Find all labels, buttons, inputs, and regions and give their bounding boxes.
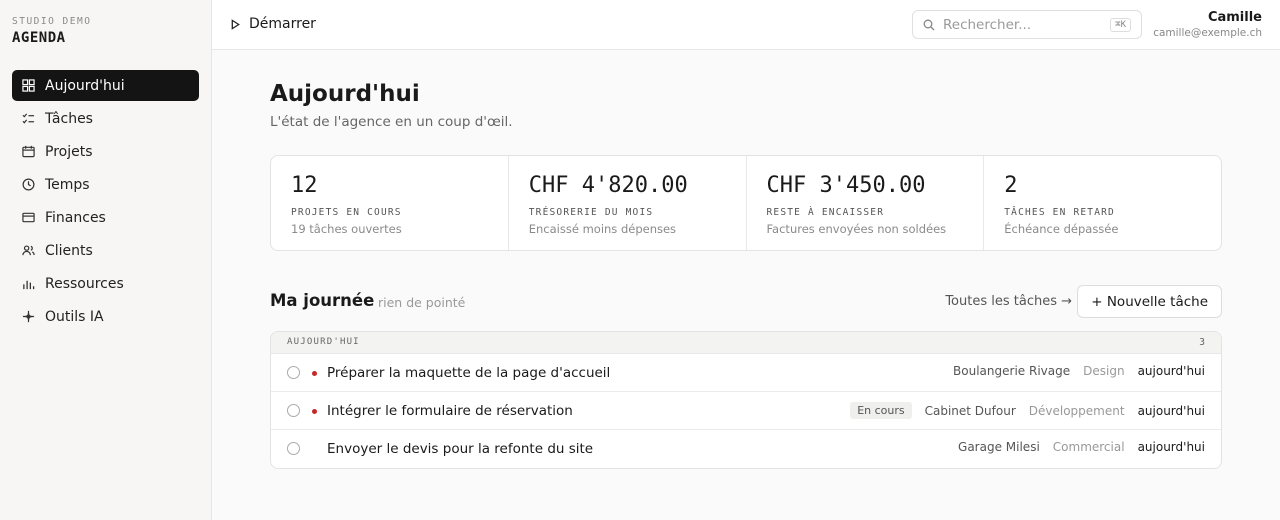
sidebar-item-label: Clients <box>45 242 93 259</box>
stat-value: CHF 3'450.00 <box>766 173 926 198</box>
folder-icon <box>22 145 35 158</box>
user-email: camille@exemple.ch <box>1153 27 1262 39</box>
topbar: Démarrer ⌘K Camille camille@exemple.ch <box>212 0 1280 50</box>
play-icon <box>231 18 240 30</box>
sidebar-item-aujourdhui[interactable]: Aujourd'hui <box>12 70 199 101</box>
bar-chart-icon <box>22 277 35 290</box>
task-row[interactable]: Préparer la maquette de la page d'accuei… <box>271 354 1221 392</box>
sidebar-item-outils-ia[interactable]: Outils IA <box>12 301 199 332</box>
sidebar-item-label: Temps <box>45 176 90 193</box>
task-checkbox[interactable] <box>287 442 300 455</box>
sidebar-item-label: Ressources <box>45 275 124 292</box>
checklist-icon <box>22 112 35 125</box>
task-group-label: AUJOURD'HUI <box>287 337 360 347</box>
sparkle-icon <box>22 310 35 323</box>
stat-note: Factures envoyées non soldées <box>766 222 947 236</box>
stat-label: TÂCHES EN RETARD <box>1004 207 1115 218</box>
stat-card: 2 TÂCHES EN RETARD Échéance dépassée <box>984 156 1221 250</box>
task-row[interactable]: Intégrer le formulaire de réservation En… <box>271 392 1221 430</box>
task-client: Garage Milesi <box>958 440 1040 454</box>
stat-card: CHF 3'450.00 RESTE À ENCAISSER Factures … <box>747 156 985 250</box>
sidebar-item-projets[interactable]: Projets <box>12 136 199 167</box>
sidebar-item-label: Aujourd'hui <box>45 77 125 94</box>
sidebar-item-temps[interactable]: Temps <box>12 169 199 200</box>
stat-value: 12 <box>291 173 318 198</box>
task-meta: En cours Cabinet Dufour Développement au… <box>850 402 1205 419</box>
clock-icon <box>22 178 35 191</box>
stat-value: CHF 4'820.00 <box>528 173 688 198</box>
search-shortcut-badge: ⌘K <box>1110 18 1131 32</box>
stat-label: TRÉSORERIE DU MOIS <box>528 207 654 218</box>
task-client: Boulangerie Rivage <box>953 364 1071 378</box>
task-checkbox[interactable] <box>287 366 300 379</box>
stat-note: 19 tâches ouvertes <box>291 222 402 236</box>
grid-icon <box>22 79 35 92</box>
task-due: aujourd'hui <box>1137 364 1205 378</box>
users-icon <box>22 244 35 257</box>
urgent-dot-icon <box>312 371 317 376</box>
section-title: Ma journée <box>270 291 375 310</box>
start-timer-button[interactable]: Démarrer <box>230 16 316 32</box>
task-due: aujourd'hui <box>1137 403 1205 418</box>
task-group-header: AUJOURD'HUI 3 <box>271 332 1221 354</box>
task-title[interactable]: Préparer la maquette de la page d'accuei… <box>327 365 610 381</box>
sidebar-item-label: Projets <box>45 143 93 160</box>
task-meta: Boulangerie Rivage Design aujourd'hui <box>953 364 1205 378</box>
stat-note: Échéance dépassée <box>1004 222 1119 236</box>
task-title[interactable]: Envoyer le devis pour la refonte du site <box>327 441 593 457</box>
task-category: Design <box>1083 364 1125 378</box>
card-icon <box>22 211 35 224</box>
task-meta: Garage Milesi Commercial aujourd'hui <box>958 440 1205 454</box>
brand-title: AGENDA <box>12 30 66 46</box>
urgent-dot-icon <box>312 409 317 414</box>
all-tasks-link[interactable]: Toutes les tâches → <box>945 294 1072 309</box>
user-menu[interactable]: Camille camille@exemple.ch <box>1153 10 1262 39</box>
user-name: Camille <box>1207 10 1262 25</box>
task-due: aujourd'hui <box>1137 440 1205 454</box>
search-icon <box>923 19 935 30</box>
sidebar-nav: Aujourd'hui Tâches Projets Temps Finance… <box>12 70 199 334</box>
page-title: Aujourd'hui <box>270 81 420 107</box>
stats-panel: 12 PROJETS EN COURS 19 tâches ouvertes C… <box>270 155 1222 251</box>
stat-label: PROJETS EN COURS <box>291 207 402 218</box>
task-checkbox[interactable] <box>287 404 300 417</box>
stat-value: 2 <box>1004 173 1018 198</box>
sidebar-item-label: Finances <box>45 209 106 226</box>
search-box[interactable]: ⌘K <box>912 10 1142 39</box>
sidebar-item-finances[interactable]: Finances <box>12 202 199 233</box>
new-task-button[interactable]: + Nouvelle tâche <box>1077 285 1222 318</box>
status-badge: En cours <box>850 402 912 419</box>
task-group-count: 3 <box>1199 337 1205 348</box>
task-row[interactable]: Envoyer le devis pour la refonte du site… <box>271 430 1221 468</box>
stat-note: Encaissé moins dépenses <box>528 222 677 236</box>
stat-label: RESTE À ENCAISSER <box>766 207 885 218</box>
brand-subtitle: STUDIO DEMO <box>12 16 92 27</box>
task-category: Commercial <box>1052 440 1125 454</box>
start-label: Démarrer <box>249 16 316 32</box>
stat-card: 12 PROJETS EN COURS 19 tâches ouvertes <box>271 156 509 250</box>
sidebar-item-label: Tâches <box>45 110 93 127</box>
sidebar-item-label: Outils IA <box>45 308 104 325</box>
sidebar-item-taches[interactable]: Tâches <box>12 103 199 134</box>
section-note: rien de pointé <box>378 295 466 310</box>
task-list: AUJOURD'HUI 3 Préparer la maquette de la… <box>270 331 1222 469</box>
sidebar: STUDIO DEMO AGENDA Aujourd'hui Tâches Pr… <box>0 0 212 520</box>
sidebar-item-ressources[interactable]: Ressources <box>12 268 199 299</box>
search-input[interactable] <box>943 16 1103 33</box>
sidebar-item-clients[interactable]: Clients <box>12 235 199 266</box>
page-subtitle: L'état de l'agence en un coup d'œil. <box>270 114 513 130</box>
task-category: Développement <box>1028 403 1125 418</box>
stat-card: CHF 4'820.00 TRÉSORERIE DU MOIS Encaissé… <box>509 156 747 250</box>
task-client: Cabinet Dufour <box>924 403 1016 418</box>
task-title[interactable]: Intégrer le formulaire de réservation <box>327 403 573 419</box>
